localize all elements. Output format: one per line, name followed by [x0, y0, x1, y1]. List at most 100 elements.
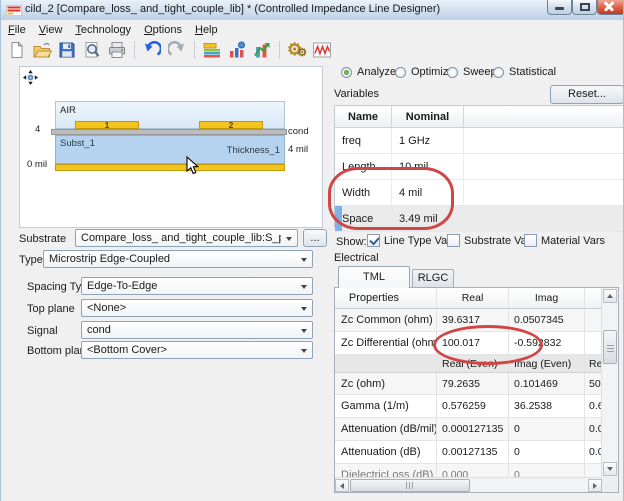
toolbar-separator	[134, 41, 135, 59]
substrate-select[interactable]: Compare_loss_ and_tight_couple_lib:S_par…	[75, 229, 298, 247]
app-window: cild_2 [Compare_loss_ and_tight_couple_l…	[0, 0, 624, 501]
simulation-settings-icon[interactable]: ⚙ ⚙	[286, 40, 308, 60]
tab-tml-properties[interactable]: TML Properties	[338, 266, 410, 288]
air-label: AIR	[60, 105, 76, 116]
tml-row-zc[interactable]: Zc (ohm) 79.2635 0.101469 50.00	[335, 373, 602, 395]
plot-results-icon[interactable]	[311, 40, 333, 60]
undo-icon[interactable]	[141, 40, 163, 60]
menu-file[interactable]: File	[8, 24, 26, 36]
col-header-imag[interactable]: Imag	[509, 288, 585, 308]
top-plane-label: Top plane	[27, 303, 75, 315]
scroll-up-button[interactable]	[603, 289, 617, 303]
variable-row-width[interactable]: Width 4 mil	[335, 180, 624, 206]
checkbox-material-vars[interactable]: Material Vars	[524, 234, 605, 247]
col-header-name[interactable]: Name	[335, 106, 392, 127]
top-plane-select[interactable]: <None>	[81, 299, 313, 317]
variable-row-freq[interactable]: freq 1 GHz	[335, 128, 624, 154]
scroll-down-button[interactable]	[603, 462, 617, 476]
print-icon[interactable]	[106, 40, 128, 60]
checkbox-checked-icon	[367, 234, 380, 247]
cross-section-panel: AIR 1 2 Subst_1 Thickness_1 4 0 mil cond…	[19, 66, 323, 228]
substrate-field-label: Substrate	[19, 233, 66, 245]
radio-statistical[interactable]: Statistical	[493, 66, 556, 78]
col-header-imag-even[interactable]: Imag (Even)	[509, 355, 585, 372]
substrate-region: Subst_1 Thickness_1	[55, 135, 285, 164]
redo-icon[interactable]	[166, 40, 188, 60]
signal-select[interactable]: cond	[81, 321, 313, 339]
maximize-button[interactable]	[572, 0, 597, 15]
substrate-stack-icon[interactable]	[201, 40, 223, 60]
col-header-real[interactable]: Real	[437, 288, 509, 308]
zoom-icon[interactable]	[81, 40, 103, 60]
mouse-cursor	[186, 156, 200, 176]
radio-sweep[interactable]: Sweep	[447, 66, 497, 78]
menu-options[interactable]: Options	[144, 24, 182, 36]
menu-technology[interactable]: Technology	[75, 24, 131, 36]
radio-selected-icon	[341, 67, 352, 78]
scroll-left-button[interactable]	[335, 479, 349, 492]
col-header-real-even[interactable]: Real (Even)	[437, 355, 509, 372]
substrate-browse-button[interactable]: ...	[303, 229, 327, 247]
vertical-scroll-thumb[interactable]	[603, 330, 617, 364]
menu-bar: File View Technology Options Help	[1, 20, 624, 39]
tml-row-zc-common[interactable]: Zc Common (ohm) 39.6317 0.0507345	[335, 309, 602, 332]
show-label: Show:	[336, 236, 367, 248]
tml-table-content: Real Imag Zc Common (ohm) 39.6317 0.0507…	[335, 288, 602, 477]
tml-row-attenuation-mil[interactable]: Attenuation (dB/mil) 0.000127135 0 0.000	[335, 418, 602, 441]
save-icon[interactable]	[56, 40, 78, 60]
chevron-down-icon	[301, 285, 307, 289]
tml-row-gamma[interactable]: Gamma (1/m) 0.576259 36.2538 0.651	[335, 395, 602, 418]
minimize-button[interactable]	[547, 0, 572, 15]
radio-optimize[interactable]: Optimize	[395, 66, 454, 78]
checkbox-substrate-vars[interactable]: Substrate Vars	[447, 234, 536, 247]
tml-row-attenuation-db[interactable]: Attenuation (dB) 0.00127135 0 0.001	[335, 441, 602, 464]
tick-top: 4	[35, 124, 40, 135]
window-title: cild_2 [Compare_loss_ and_tight_couple_l…	[25, 3, 440, 15]
tick-bottom: 0 mil	[27, 159, 47, 170]
signal-label: Signal	[27, 325, 58, 337]
tml-row-partial[interactable]: DielectricLoss (dB) 0.000 0	[335, 464, 602, 477]
vertical-scrollbar[interactable]	[601, 288, 618, 477]
maximize-icon	[580, 3, 590, 11]
analyze-chart-icon[interactable]	[226, 40, 248, 60]
type-select[interactable]: Microstrip Edge-Coupled	[43, 250, 313, 268]
horizontal-scrollbar[interactable]	[335, 477, 602, 492]
new-file-icon[interactable]	[6, 40, 28, 60]
radio-analyze[interactable]: Analyze	[341, 66, 396, 78]
type-field-label: Type	[19, 254, 43, 266]
chevron-down-icon	[286, 237, 292, 241]
horizontal-scroll-thumb[interactable]	[350, 479, 470, 492]
compare-chart-icon[interactable]	[251, 40, 273, 60]
variable-row-space[interactable]: Space 3.49 mil	[335, 206, 624, 232]
variable-row-length[interactable]: Length 10 mil	[335, 154, 624, 180]
scrollbar-corner	[602, 477, 618, 492]
reset-button[interactable]: Reset...	[550, 85, 624, 104]
bottom-plane-select[interactable]: <Bottom Cover>	[81, 341, 313, 359]
checkbox-line-type-vars[interactable]: Line Type Vars	[367, 234, 456, 247]
cond-layer-label: cond	[288, 126, 309, 137]
tml-properties-table: Real Imag Zc Common (ohm) 39.6317 0.0507…	[334, 287, 619, 493]
selection-indicator	[335, 206, 343, 231]
open-file-icon[interactable]	[31, 40, 53, 60]
move-handle-icon[interactable]	[23, 70, 38, 85]
menu-help[interactable]: Help	[195, 24, 218, 36]
minimize-icon	[555, 7, 564, 10]
bottom-cover-layer	[55, 164, 285, 171]
spacing-type-select[interactable]: Edge-To-Edge	[81, 277, 313, 295]
col-header-nominal[interactable]: Nominal	[392, 106, 464, 127]
variables-title: Variables	[334, 88, 379, 100]
tml-row-zc-differential[interactable]: Zc Differential (ohm) 100.017 -0.592832	[335, 332, 602, 355]
chevron-down-icon	[301, 258, 307, 262]
menu-view[interactable]: View	[39, 24, 63, 36]
col-header-real-odd[interactable]: Real (	[585, 355, 602, 372]
app-icon	[6, 5, 22, 16]
variables-table-header: Name Nominal	[335, 106, 624, 128]
toolbar: ⚙ ⚙	[1, 39, 624, 61]
title-bar: cild_2 [Compare_loss_ and_tight_couple_l…	[1, 0, 624, 21]
electrical-title: Electrical	[334, 252, 379, 264]
tab-rlgc[interactable]: RLGC	[412, 269, 454, 288]
conductor-1[interactable]: 1	[75, 121, 139, 129]
conductor-2[interactable]: 2	[199, 121, 263, 129]
close-button[interactable]	[597, 0, 624, 15]
scroll-right-button[interactable]	[588, 479, 602, 492]
